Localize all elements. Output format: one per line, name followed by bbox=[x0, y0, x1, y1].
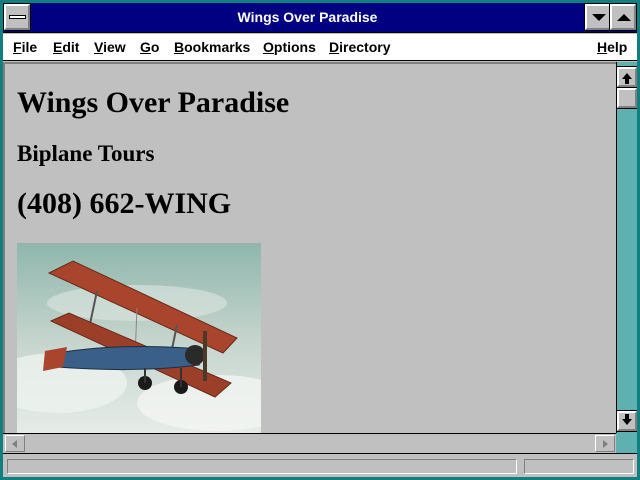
menu-go[interactable]: Go bbox=[140, 39, 159, 55]
horizontal-scrollbar[interactable] bbox=[3, 433, 616, 453]
menu-directory[interactable]: Directory bbox=[329, 39, 390, 55]
scroll-thumb[interactable] bbox=[616, 87, 637, 109]
page-title: Wings Over Paradise bbox=[17, 86, 290, 119]
title-bar[interactable]: Wings Over Paradise bbox=[3, 3, 637, 33]
document-view[interactable]: Wings Over Paradise Biplane Tours (408) … bbox=[3, 62, 616, 433]
arrow-right-icon bbox=[603, 440, 608, 448]
menu-bookmarks[interactable]: Bookmarks bbox=[174, 39, 250, 55]
menu-help[interactable]: Help bbox=[597, 39, 627, 55]
status-bar bbox=[3, 453, 637, 477]
menu-bar: File Edit View Go Bookmarks Options Dire… bbox=[3, 34, 637, 61]
scroll-down-button[interactable] bbox=[616, 410, 637, 432]
phone-number: (408) 662-WING bbox=[17, 187, 232, 220]
menu-view[interactable]: View bbox=[94, 39, 126, 55]
progress-indicator bbox=[524, 459, 634, 474]
status-text bbox=[7, 459, 517, 474]
menu-edit[interactable]: Edit bbox=[53, 39, 79, 55]
scroll-up-button[interactable] bbox=[616, 66, 637, 88]
scroll-left-button[interactable] bbox=[5, 435, 25, 452]
maximize-icon bbox=[617, 14, 631, 21]
menu-file[interactable]: File bbox=[13, 39, 37, 55]
system-menu-button[interactable] bbox=[3, 3, 31, 31]
window-title: Wings Over Paradise bbox=[237, 9, 378, 25]
system-menu-icon bbox=[9, 15, 26, 19]
scrollbar-corner bbox=[616, 433, 637, 453]
arrow-left-icon bbox=[12, 440, 17, 448]
vertical-scrollbar[interactable] bbox=[616, 62, 637, 433]
arrow-down-icon bbox=[622, 419, 632, 425]
browser-window: Wings Over Paradise File Edit View Go Bo… bbox=[0, 0, 640, 480]
maximize-button[interactable] bbox=[609, 3, 637, 31]
minimize-button[interactable] bbox=[584, 3, 612, 31]
minimize-icon bbox=[592, 14, 606, 21]
scroll-right-button[interactable] bbox=[595, 435, 615, 452]
biplane-photo bbox=[17, 243, 261, 433]
page-subtitle: Biplane Tours bbox=[17, 141, 155, 166]
menu-options[interactable]: Options bbox=[263, 39, 316, 55]
